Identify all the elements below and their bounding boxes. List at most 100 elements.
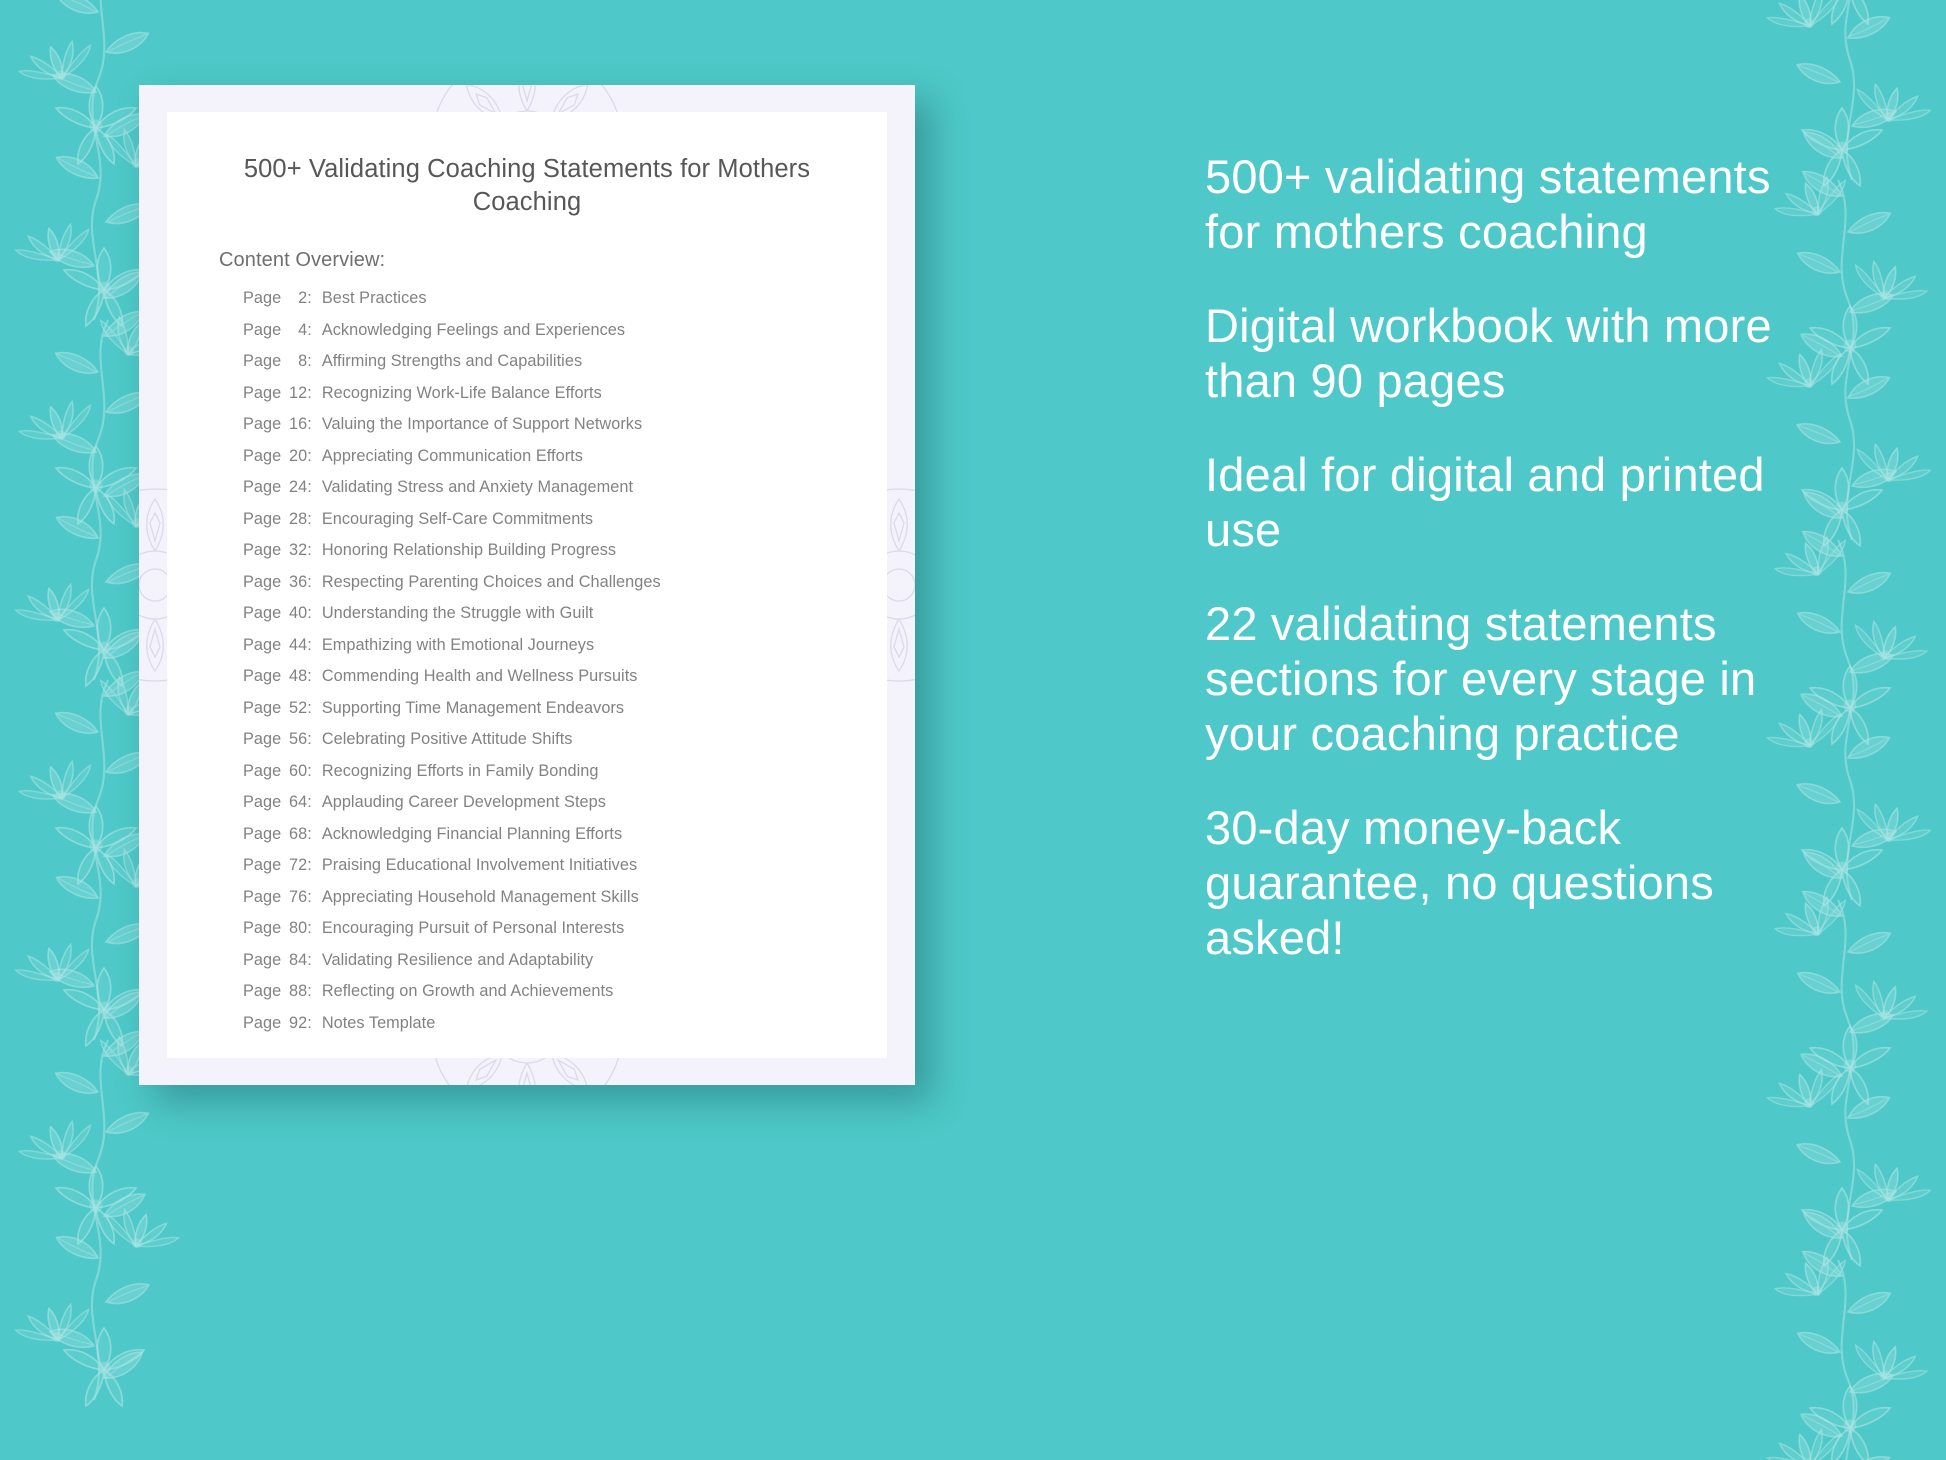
toc-page-number: 40 xyxy=(289,604,308,623)
list-item: Page 20: Appreciating Communication Effort… xyxy=(243,447,887,479)
list-item: Page 32: Honoring Relationship Building Pr… xyxy=(243,541,887,573)
list-item: Page 2: Best Practices xyxy=(243,289,887,321)
toc-colon: : xyxy=(307,919,312,938)
document-page: 500+ Validating Coaching Statements for … xyxy=(167,112,887,1058)
list-item: Page 72: Praising Educational Involvement … xyxy=(243,856,887,888)
toc-colon: : xyxy=(307,541,312,560)
toc-page-number: 12 xyxy=(289,383,308,402)
toc-page-label: Page xyxy=(243,541,282,560)
toc-colon: : xyxy=(307,856,312,875)
list-item: Page 28: Encouraging Self-Care Commitments xyxy=(243,510,887,542)
toc-page-number: 80 xyxy=(289,919,308,938)
toc-page-label: Page xyxy=(243,667,282,686)
toc-colon: : xyxy=(307,446,312,465)
toc-page-label: Page xyxy=(243,352,282,371)
toc-colon: : xyxy=(307,698,312,717)
toc-page-label: Page xyxy=(243,793,282,812)
list-item: Page 60: Recognizing Efforts in Family Bon… xyxy=(243,762,887,794)
toc-page-number: 72 xyxy=(289,856,308,875)
toc-page-number: 4 xyxy=(298,320,308,339)
toc-colon: : xyxy=(307,761,312,780)
toc-colon: : xyxy=(307,383,312,402)
toc-section-title: Recognizing Work-Life Balance Efforts xyxy=(321,383,602,402)
toc-colon: : xyxy=(307,509,312,528)
list-item: Page 52: Supporting Time Management Endeav… xyxy=(243,699,887,731)
toc-colon: : xyxy=(307,982,312,1001)
list-item: Page 24: Validating Stress and Anxiety Man… xyxy=(243,478,887,510)
toc-page-label: Page xyxy=(243,415,282,434)
toc-section-title: Valuing the Importance of Support Networ… xyxy=(321,415,643,434)
toc-page-number: 32 xyxy=(289,541,308,560)
marketing-line: Ideal for digital and printed use xyxy=(1205,447,1765,556)
toc-section-title: Commending Health and Wellness Pursuits xyxy=(321,667,638,686)
toc-section-title: Encouraging Self-Care Commitments xyxy=(321,509,594,528)
toc-colon: : xyxy=(307,887,312,906)
toc-page-number: 92 xyxy=(289,1013,308,1032)
toc-page-label: Page xyxy=(243,761,282,780)
toc-colon: : xyxy=(307,478,312,497)
toc-section-title: Supporting Time Management Endeavors xyxy=(321,698,625,717)
toc-page-number: 20 xyxy=(289,446,308,465)
toc-page-label: Page xyxy=(243,446,282,465)
toc-colon: : xyxy=(307,352,312,371)
toc-page-label: Page xyxy=(243,1013,282,1032)
toc-colon: : xyxy=(307,824,312,843)
toc-page-label: Page xyxy=(243,320,282,339)
toc-section-title: Empathizing with Emotional Journeys xyxy=(321,635,595,654)
toc-page-number: 64 xyxy=(289,793,308,812)
toc-section-title: Applauding Career Development Steps xyxy=(321,793,606,812)
list-item: Page 56: Celebrating Positive Attitude Shi… xyxy=(243,730,887,762)
marketing-line: 22 validating statements sections for ev… xyxy=(1205,596,1757,760)
toc-colon: : xyxy=(307,289,312,308)
toc-section-title: Appreciating Communication Efforts xyxy=(321,446,583,465)
list-item: Page 4: Acknowledging Feelings and Experie… xyxy=(243,321,887,353)
toc-page-number: 8 xyxy=(298,352,308,371)
toc-section-title: Validating Resilience and Adaptability xyxy=(321,950,594,969)
list-item: Page 80: Encouraging Pursuit of Personal I… xyxy=(243,919,887,951)
toc-page-number: 88 xyxy=(289,982,308,1001)
toc-colon: : xyxy=(307,604,312,623)
toc-page-number: 76 xyxy=(289,887,308,906)
toc-colon: : xyxy=(307,950,312,969)
list-item: Page 36: Respecting Parenting Choices and … xyxy=(243,573,887,605)
product-card: 500+ Validating Coaching Statements for … xyxy=(139,85,915,1085)
list-item: Page 8: Affirming Strengths and Capabiliti… xyxy=(243,352,887,384)
list-item: Page 44: Empathizing with Emotional Journe… xyxy=(243,636,887,668)
marketing-line: 30-day money-back guarantee, no question… xyxy=(1205,800,1714,964)
toc-page-label: Page xyxy=(243,509,282,528)
toc-section-title: Acknowledging Feelings and Experiences xyxy=(321,320,626,339)
toc-colon: : xyxy=(307,667,312,686)
toc-section-title: Respecting Parenting Choices and Challen… xyxy=(321,572,661,591)
toc-page-number: 48 xyxy=(289,667,308,686)
toc-colon: : xyxy=(307,730,312,749)
list-item: Page 64: Applauding Career Development Ste… xyxy=(243,793,887,825)
list-item: Page 16: Valuing the Importance of Support… xyxy=(243,415,887,447)
list-item: Page 76: Appreciating Household Management… xyxy=(243,888,887,920)
toc-section-title: Understanding the Struggle with Guilt xyxy=(321,604,594,623)
list-item: Page 12: Recognizing Work-Life Balance Eff… xyxy=(243,384,887,416)
list-item: Page 68: Acknowledging Financial Planning … xyxy=(243,825,887,857)
toc-colon: : xyxy=(307,635,312,654)
toc-section-title: Celebrating Positive Attitude Shifts xyxy=(321,730,573,749)
toc-page-label: Page xyxy=(243,635,282,654)
toc-page-label: Page xyxy=(243,572,282,591)
toc-section-title: Encouraging Pursuit of Personal Interest… xyxy=(321,919,625,938)
marketing-line: Digital workbook with more than 90 pages xyxy=(1205,298,1772,407)
marketing-line: 500+ validating statements for mothers c… xyxy=(1205,150,1771,258)
toc-page-label: Page xyxy=(243,982,282,1001)
toc-page-label: Page xyxy=(243,289,282,308)
toc-page-label: Page xyxy=(243,478,282,497)
toc-section-title: Validating Stress and Anxiety Management xyxy=(321,478,634,497)
toc-section-title: Reflecting on Growth and Achievements xyxy=(321,982,614,1001)
toc-colon: : xyxy=(307,320,312,339)
toc-page-label: Page xyxy=(243,950,282,969)
toc-page-number: 84 xyxy=(289,950,308,969)
toc-section-title: Best Practices xyxy=(321,289,427,308)
toc-page-label: Page xyxy=(243,856,282,875)
toc-page-label: Page xyxy=(243,604,282,623)
content-overview-heading: Content Overview: xyxy=(219,249,386,272)
list-item: Page 40: Understanding the Struggle with G… xyxy=(243,604,887,636)
list-item: Page 48: Commending Health and Wellness Pu… xyxy=(243,667,887,699)
toc-page-label: Page xyxy=(243,919,282,938)
toc-page-number: 60 xyxy=(289,761,308,780)
